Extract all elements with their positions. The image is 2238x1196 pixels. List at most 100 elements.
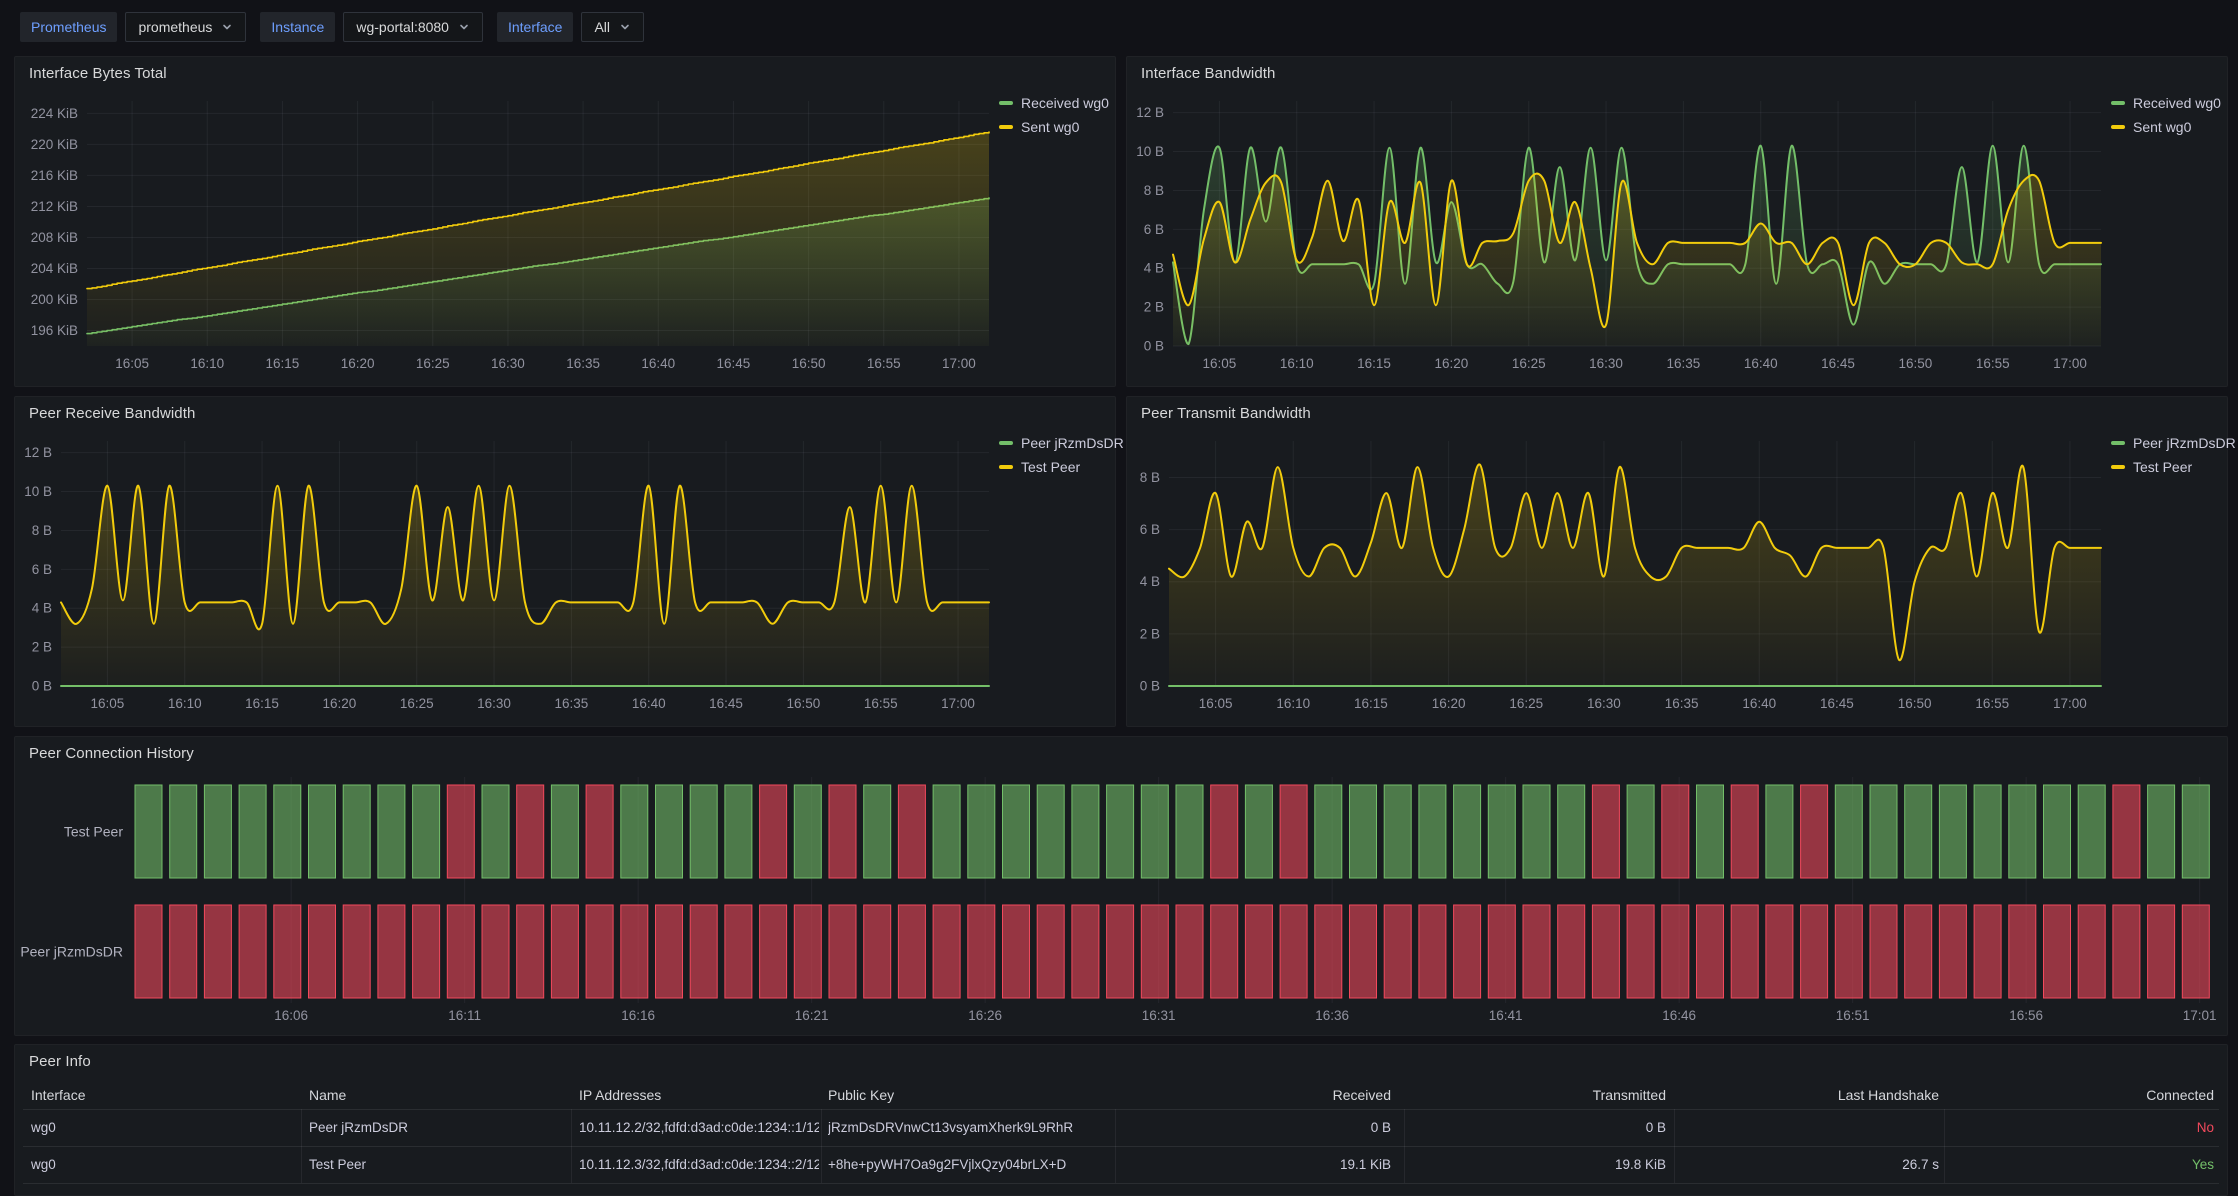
time-series-chart: 0 B2 B4 B6 B8 B10 B12 B16:0516:1016:1516…	[1127, 57, 2229, 388]
x-axis-tick-label: 16:45	[717, 356, 751, 371]
x-axis-tick-label: 16:45	[1820, 696, 1854, 711]
status-bar-connected	[2078, 785, 2105, 878]
variable-value-instance-dropdown[interactable]: wg-portal:8080	[343, 12, 483, 42]
x-axis-tick-label: 16:36	[1315, 1008, 1349, 1023]
status-bar-connected	[309, 785, 336, 878]
status-bar-disconnected	[447, 785, 474, 878]
peer-info-table: Interface Name IP Addresses Public Key Recei…	[15, 1045, 2227, 1195]
table-cell-interface: wg0	[31, 1109, 297, 1146]
legend-series-swatch	[2111, 101, 2125, 105]
status-bar-disconnected	[794, 905, 821, 998]
status-bar-connected	[1939, 785, 1966, 878]
legend-item-sent-wg0[interactable]: Sent wg0	[999, 119, 1109, 135]
legend-item-sent-wg0[interactable]: Sent wg0	[2111, 119, 2221, 135]
variable-value-interface-dropdown[interactable]: All	[581, 12, 644, 42]
status-bar-disconnected	[1107, 905, 1134, 998]
table-cell-transmitted: 19.8 KiB	[1414, 1146, 1666, 1183]
x-axis-tick-label: 16:31	[1142, 1008, 1176, 1023]
x-axis-tick-label: 16:45	[1821, 356, 1855, 371]
variable-value-text: All	[594, 19, 610, 35]
panel-title[interactable]: Interface Bandwidth	[1141, 65, 1275, 82]
y-axis-tick-label: 216 KiB	[31, 168, 78, 183]
table-cell-connected: No	[1954, 1109, 2214, 1146]
status-bar-disconnected	[1072, 905, 1099, 998]
status-bar-connected	[1141, 785, 1168, 878]
y-axis-tick-label: 200 KiB	[31, 292, 78, 307]
x-axis-tick-label: 16:55	[1976, 356, 2010, 371]
legend-series-swatch	[2111, 441, 2125, 445]
panel-title[interactable]: Peer Transmit Bandwidth	[1141, 405, 1311, 422]
time-series-chart: 0 B2 B4 B6 B8 B10 B12 B16:0516:1016:1516…	[15, 397, 1117, 728]
status-bar-disconnected	[621, 905, 648, 998]
y-axis-tick-label: 0 B	[1140, 679, 1160, 694]
status-bar-disconnected	[1454, 905, 1481, 998]
status-bar-connected	[2148, 785, 2175, 878]
variable-value-prometheus-dropdown[interactable]: prometheus	[125, 12, 246, 42]
table-column-divider	[1404, 1109, 1405, 1183]
status-bar-disconnected	[2113, 785, 2140, 878]
status-bar-disconnected	[239, 905, 266, 998]
legend-item-received-wg0[interactable]: Received wg0	[999, 95, 1109, 111]
table-column-divider	[1674, 1109, 1675, 1183]
x-axis-tick-label: 16:35	[555, 696, 589, 711]
status-bar-disconnected	[725, 905, 752, 998]
panel-title[interactable]: Interface Bytes Total	[29, 65, 167, 82]
column-header-public-key[interactable]: Public Key	[828, 1081, 1111, 1109]
status-bar-connected	[1419, 785, 1446, 878]
x-axis-tick-label: 16:55	[864, 696, 898, 711]
column-header-name[interactable]: Name	[309, 1081, 567, 1109]
status-bar-disconnected	[1766, 905, 1793, 998]
status-bar-connected	[2044, 785, 2071, 878]
status-bar-disconnected	[2182, 905, 2209, 998]
legend-item-test-peer[interactable]: Test Peer	[2111, 459, 2236, 475]
status-bar-disconnected	[1905, 905, 1932, 998]
status-bar-disconnected	[482, 905, 509, 998]
x-axis-tick-label: 16:51	[1836, 1008, 1870, 1023]
panel-peer-receive-bandwidth: 0 B2 B4 B6 B8 B10 B12 B16:0516:1016:1516…	[14, 396, 1116, 727]
status-bar-connected	[690, 785, 717, 878]
legend-series-label: Test Peer	[1021, 459, 1080, 475]
y-axis-tick-label: 196 KiB	[31, 323, 78, 338]
status-bar-connected	[1003, 785, 1030, 878]
y-axis-tick-label: 2 B	[32, 640, 52, 655]
status-bar-disconnected	[760, 905, 787, 998]
column-header-last-handshake[interactable]: Last Handshake	[1682, 1081, 1939, 1109]
legend-series-label: Sent wg0	[1021, 119, 1079, 135]
y-axis-tick-label: 10 B	[1136, 144, 1164, 159]
status-bar-connected	[482, 785, 509, 878]
status-bar-disconnected	[1384, 905, 1411, 998]
table-cell-name: Test Peer	[309, 1146, 567, 1183]
x-axis-tick-label: 16:20	[323, 696, 357, 711]
y-axis-tick-label: 6 B	[1140, 522, 1160, 537]
legend-series-swatch	[2111, 125, 2125, 129]
status-bar-disconnected	[413, 905, 440, 998]
legend-item-test-peer[interactable]: Test Peer	[999, 459, 1124, 475]
legend-item-received-wg0[interactable]: Received wg0	[2111, 95, 2221, 111]
status-bar-disconnected	[1974, 905, 2001, 998]
legend-series-swatch	[999, 101, 1013, 105]
legend-item-peer-jrzmdsdr[interactable]: Peer jRzmDsDR	[2111, 435, 2236, 451]
variable-label-interface: Interface	[497, 12, 573, 42]
column-header-received[interactable]: Received	[1125, 1081, 1391, 1109]
table-column-divider	[1944, 1109, 1945, 1183]
chevron-down-icon	[619, 21, 631, 33]
column-header-transmitted[interactable]: Transmitted	[1414, 1081, 1666, 1109]
x-axis-tick-label: 16:25	[1512, 356, 1546, 371]
x-axis-tick-label: 16:30	[477, 696, 511, 711]
column-header-connected[interactable]: Connected	[1954, 1081, 2214, 1109]
column-header-interface[interactable]: Interface	[31, 1081, 297, 1109]
status-bar-connected	[204, 785, 231, 878]
legend-item-peer-jrzmdsdr[interactable]: Peer jRzmDsDR	[999, 435, 1124, 451]
panel-interface-bandwidth: 0 B2 B4 B6 B8 B10 B12 B16:0516:1016:1516…	[1126, 56, 2228, 387]
panel-title[interactable]: Peer Receive Bandwidth	[29, 405, 195, 422]
panel-title[interactable]: Peer Connection History	[29, 745, 194, 762]
x-axis-tick-label: 16:10	[168, 696, 202, 711]
x-axis-tick-label: 17:00	[941, 696, 975, 711]
variable-instance: Instance wg-portal:8080	[260, 12, 483, 42]
x-axis-tick-label: 16:10	[1276, 696, 1310, 711]
variable-label-prometheus: Prometheus	[20, 12, 117, 42]
panel-peer-connection-history: Test PeerPeer jRzmDsDR16:0616:1116:1616:…	[14, 736, 2228, 1036]
chart-legend: Received wg0 Sent wg0	[2111, 95, 2221, 135]
column-header-ip-addresses[interactable]: IP Addresses	[579, 1081, 819, 1109]
status-bar-connected	[1384, 785, 1411, 878]
